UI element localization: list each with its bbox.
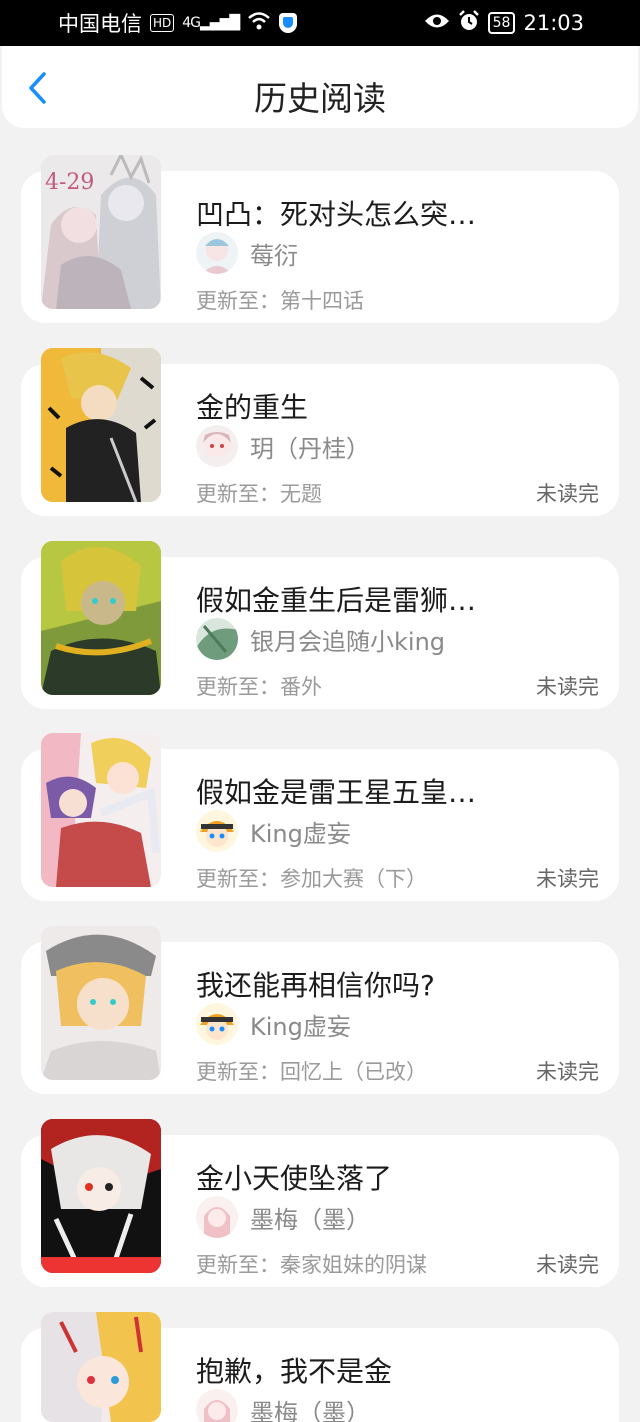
- page-title: 历史阅读: [254, 79, 386, 118]
- unread-badge: 未读完: [536, 1060, 599, 1084]
- cover-image: [41, 541, 161, 695]
- wifi-icon: [247, 11, 271, 36]
- unread-badge: 未读完: [536, 1253, 599, 1277]
- history-item[interactable]: 假如金是雷王星五皇… King虚妄 更新至：参加大赛（下） 未读完: [21, 733, 619, 901]
- update-info: 更新至：参加大赛（下）: [196, 863, 427, 893]
- item-title: 假如金是雷王星五皇…: [196, 776, 477, 809]
- author-avatar: [196, 810, 238, 852]
- author-avatar: [196, 1196, 238, 1238]
- network-label: 4G: [182, 15, 201, 31]
- author-name: 墨梅（墨）: [250, 1205, 370, 1234]
- cover-image: [41, 1119, 161, 1273]
- update-prefix: 更新至：: [196, 675, 280, 699]
- update-chapter: 第十四话: [280, 289, 364, 313]
- update-prefix: 更新至：: [196, 867, 280, 891]
- svg-text:4-29: 4-29: [45, 170, 94, 195]
- update-info: 更新至：秦家姐妹的阴谋: [196, 1249, 427, 1279]
- battery-icon: 58: [487, 12, 516, 34]
- item-title: 我还能再相信你吗?: [196, 969, 435, 1002]
- update-prefix: 更新至：: [196, 1060, 280, 1084]
- author-row[interactable]: King虚妄: [196, 1003, 351, 1045]
- history-item[interactable]: 4-29 凹凸：死对头怎么突… 莓衍 更新至：第十四话: [21, 155, 619, 323]
- author-name: King虚妄: [250, 1012, 351, 1041]
- update-info: 更新至：第十四话: [196, 285, 364, 315]
- cover-image: [41, 926, 161, 1080]
- author-avatar: [196, 1389, 238, 1422]
- history-item[interactable]: 抱歉，我不是金 墨梅（墨）: [21, 1312, 619, 1422]
- author-row[interactable]: 银月会追随小king: [196, 618, 445, 660]
- update-prefix: 更新至：: [196, 1253, 280, 1277]
- update-chapter: 参加大赛（下）: [280, 867, 427, 891]
- item-title: 金小天使坠落了: [196, 1162, 393, 1195]
- author-name: 银月会追随小king: [250, 627, 446, 656]
- author-avatar: [196, 1003, 238, 1045]
- author-avatar: [196, 425, 238, 467]
- security-shield-icon: [279, 13, 298, 33]
- update-chapter: 无题: [280, 482, 322, 506]
- update-info: 更新至：无题: [196, 478, 322, 508]
- cover-image: [41, 733, 161, 887]
- top-header: 历史阅读: [2, 46, 638, 128]
- cover-image: [41, 1312, 161, 1422]
- hd-badge: HD: [150, 14, 175, 32]
- alarm-icon: [458, 9, 480, 37]
- item-title: 凹凸：死对头怎么突…: [196, 198, 477, 231]
- history-item[interactable]: 金的重生 玥（丹桂） 更新至：无题 未读完: [21, 348, 619, 516]
- unread-badge: 未读完: [536, 867, 599, 891]
- unread-badge: 未读完: [536, 482, 599, 506]
- update-chapter: 番外: [280, 675, 322, 699]
- item-title: 假如金重生后是雷狮…: [196, 584, 477, 617]
- update-info: 更新至：番外: [196, 671, 322, 701]
- update-chapter: 回忆上（已改）: [280, 1060, 427, 1084]
- signal-icon: 4G▂▄▆█: [182, 15, 240, 31]
- author-name: King虚妄: [250, 819, 351, 848]
- author-row[interactable]: King虚妄: [196, 810, 351, 852]
- cover-image: [41, 348, 161, 502]
- author-name: 莓衍: [250, 241, 298, 270]
- author-row[interactable]: 墨梅（墨）: [196, 1389, 370, 1422]
- history-item[interactable]: 金小天使坠落了 墨梅（墨） 更新至：秦家姐妹的阴谋 未读完: [21, 1119, 619, 1287]
- item-title: 金的重生: [196, 391, 309, 424]
- cover-image: 4-29: [41, 155, 161, 309]
- eye-icon: [424, 11, 450, 35]
- history-item[interactable]: 假如金重生后是雷狮… 银月会追随小king 更新至：番外 未读完: [21, 541, 619, 709]
- update-prefix: 更新至：: [196, 289, 280, 313]
- history-item[interactable]: 我还能再相信你吗? King虚妄 更新至：回忆上（已改） 未读完: [21, 926, 619, 1094]
- update-info: 更新至：回忆上（已改）: [196, 1056, 427, 1086]
- unread-badge: 未读完: [536, 675, 599, 699]
- author-name: 墨梅（墨）: [250, 1398, 370, 1422]
- author-row[interactable]: 玥（丹桂）: [196, 425, 370, 467]
- carrier-label: 中国电信: [58, 12, 142, 36]
- author-avatar: [196, 618, 238, 660]
- author-row[interactable]: 莓衍: [196, 232, 298, 274]
- author-name: 玥（丹桂）: [250, 434, 370, 463]
- author-avatar: [196, 232, 238, 274]
- update-chapter: 秦家姐妹的阴谋: [280, 1253, 427, 1277]
- author-row[interactable]: 墨梅（墨）: [196, 1196, 370, 1238]
- item-title: 抱歉，我不是金: [196, 1355, 393, 1388]
- status-bar: 中国电信 HD 4G▂▄▆█ 58 21:03: [0, 0, 640, 46]
- update-prefix: 更新至：: [196, 482, 280, 506]
- clock-time: 21:03: [523, 11, 584, 35]
